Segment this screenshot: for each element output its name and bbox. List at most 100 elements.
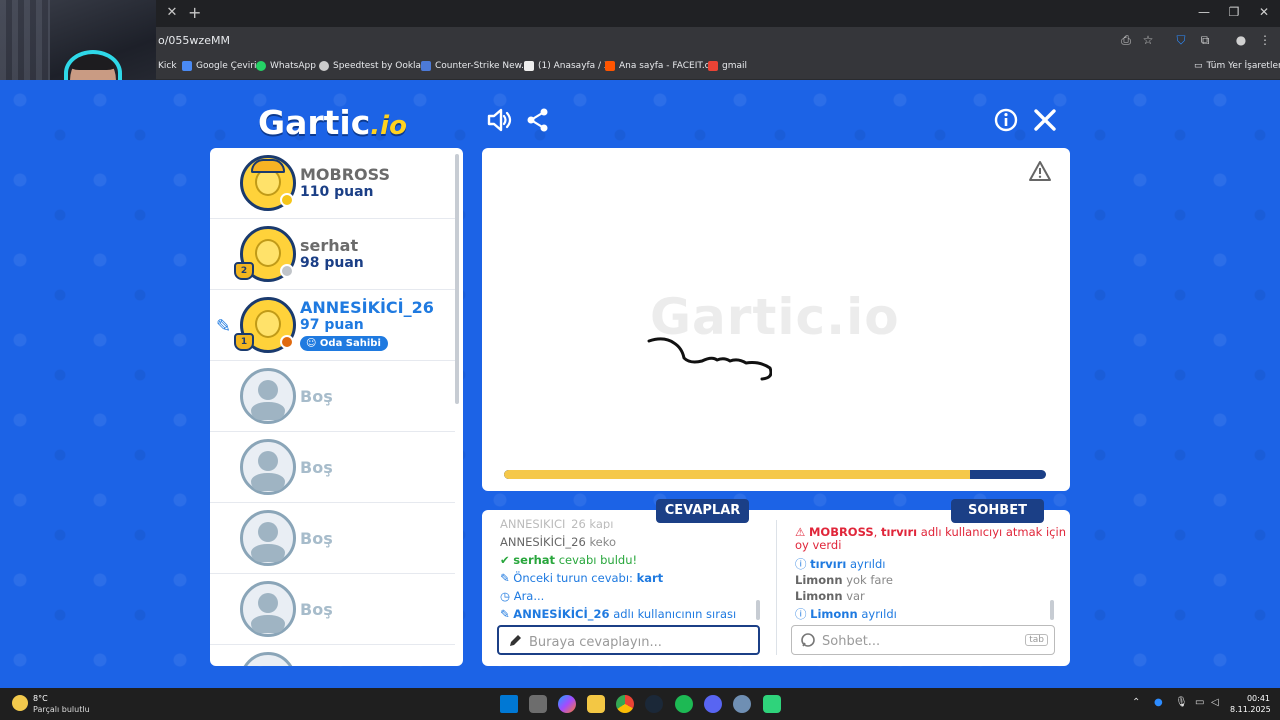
gartic-logo[interactable]: Gartic.io [258,103,407,142]
empty-avatar [240,510,296,566]
whatsapp-icon [256,61,266,71]
tray-app-icon[interactable]: ● [1154,697,1163,708]
warning-icon: ⚠ [795,525,806,539]
player-score: 98 puan [300,255,364,271]
app-icon[interactable] [763,695,781,713]
profile-avatar-icon[interactable]: ● [1233,33,1249,47]
menu-dots-icon[interactable]: ⋮ [1257,33,1273,47]
x-icon [524,61,534,71]
players-scrollbar[interactable] [455,154,459,404]
player-row[interactable]: MOBROSS 110 puan [210,148,455,219]
trophy-icon: 1 [234,333,254,351]
spotify-icon[interactable] [675,695,693,713]
round-timer-bar [504,470,1046,479]
bookmark-x[interactable]: (1) Anasayfa / X [524,61,610,71]
chat-tab[interactable]: SOHBET [951,499,1044,523]
player-left-message: ⓘ Limonn ayrıldı [795,607,897,621]
task-view-icon[interactable] [529,695,547,713]
turn-message: ✎ ANNESİKİCİ_26 adlı kullanıcının sırası [500,607,737,621]
answer-input[interactable] [529,632,739,652]
bookmark-speedtest[interactable]: Speedtest by Ookla... [319,61,430,71]
avatar-face [255,239,281,267]
empty-avatar [240,652,296,666]
correct-answer-message: ✔ serhat cevabı buldu! [500,553,638,567]
weather-icon[interactable] [12,695,28,711]
empty-slot: Boş [210,574,455,645]
empty-avatar [240,439,296,495]
chat-bubble-icon [801,633,815,647]
tab-close-icon[interactable]: ✕ [164,5,180,20]
players-panel: MOBROSS 110 puan 2 serhat 98 puan ✎ 1 AN… [210,148,463,666]
empty-slot [210,645,455,666]
player-row[interactable]: 2 serhat 98 puan [210,219,455,290]
chat-message: Limonn yok fare [795,573,893,587]
answer-input-box[interactable] [497,625,760,655]
room-owner-badge: ☺ Oda Sahibi [300,336,388,351]
pencil-icon: ✎ [500,607,510,621]
answers-tab[interactable]: CEVAPLAR [656,499,749,523]
discord-icon[interactable] [704,695,722,713]
chat-scrollbar[interactable] [1050,600,1054,620]
url-field[interactable]: o/055wzeMM [158,34,230,47]
player-row[interactable]: ✎ 1 ANNESİKİCİ_26 97 puan ☺ Oda Sahibi [210,290,455,361]
panel-divider [776,520,777,655]
network-icon[interactable]: ▭ [1195,697,1204,708]
translate-icon [182,61,192,71]
player-name: MOBROSS [300,165,390,184]
system-clock[interactable]: 00:41 8.11.2025 [1230,693,1271,715]
speedtest-icon [319,61,329,71]
share-icon[interactable] [525,107,551,133]
bookmark-star-icon[interactable]: ☆ [1140,33,1156,47]
trophy-icon: 2 [234,262,254,280]
drawing-canvas[interactable]: Gartic.io [482,148,1070,491]
drawing-pencil-icon: ✎ [216,316,232,337]
steam-icon[interactable] [645,695,663,713]
chat-input-box[interactable]: tab [791,625,1055,655]
bookmark-whatsapp[interactable]: WhatsApp [256,61,316,71]
status-dot [280,193,294,207]
exit-icon[interactable] [1032,107,1058,133]
extension-shield-icon[interactable]: ⛉ [1173,33,1189,48]
info-icon[interactable] [993,107,1019,133]
empty-slot: Boş [210,432,455,503]
window-close-icon[interactable]: ✕ [1256,5,1272,19]
sound-icon[interactable] [486,107,512,133]
all-bookmarks[interactable]: ▭ Tüm Yer İşaretleri [1194,61,1280,71]
empty-avatar [240,581,296,637]
info-icon: ⓘ [795,557,807,571]
report-warning-icon[interactable] [1028,160,1052,182]
start-icon[interactable] [500,695,518,713]
microphone-icon[interactable]: 🎙 [1175,697,1188,708]
empty-slot-label: Boş [300,600,333,619]
chat-input[interactable] [822,631,1032,651]
bookmark-counter-strike[interactable]: Counter-Strike New... [421,61,530,71]
pencil-icon: ✎ [500,571,510,585]
player-name: ANNESİKİCİ_26 [300,298,434,317]
app-icon[interactable] [733,695,751,713]
minimize-icon[interactable]: — [1196,5,1212,19]
copilot-icon[interactable] [558,695,576,713]
faceit-icon [605,61,615,71]
status-dot [280,264,294,278]
hint-message: ◷ Ara... [500,589,545,603]
bookmark-google-translate[interactable]: Google Çeviri [182,61,256,71]
install-app-icon[interactable]: ⎙ [1118,33,1134,48]
file-explorer-icon[interactable] [587,695,605,713]
chrome-icon[interactable] [616,695,634,713]
avatar-face [255,310,281,338]
bookmark-gmail[interactable]: gmail [708,61,747,71]
tray-overflow-icon[interactable]: ⌃ [1132,697,1140,708]
restore-icon[interactable]: ❐ [1226,5,1242,19]
bookmarks-bar: Kick Google Çeviri WhatsApp Speedtest by… [0,55,1280,80]
answers-scrollbar[interactable] [756,600,760,620]
empty-slot-label: Boş [300,387,333,406]
extensions-icon[interactable]: ⧉ [1197,33,1213,48]
volume-icon[interactable]: ◁ [1211,697,1219,708]
tab-key-hint: tab [1025,634,1048,646]
clock-icon: ◷ [500,589,511,603]
cap-icon [251,159,285,173]
new-tab-icon[interactable]: + [188,3,201,22]
bookmark-kick[interactable]: Kick [158,61,177,71]
bookmark-faceit[interactable]: Ana sayfa - FACEIT.c... [605,61,718,71]
player-left-message: ⓘ tırvırı ayrıldı [795,557,886,571]
